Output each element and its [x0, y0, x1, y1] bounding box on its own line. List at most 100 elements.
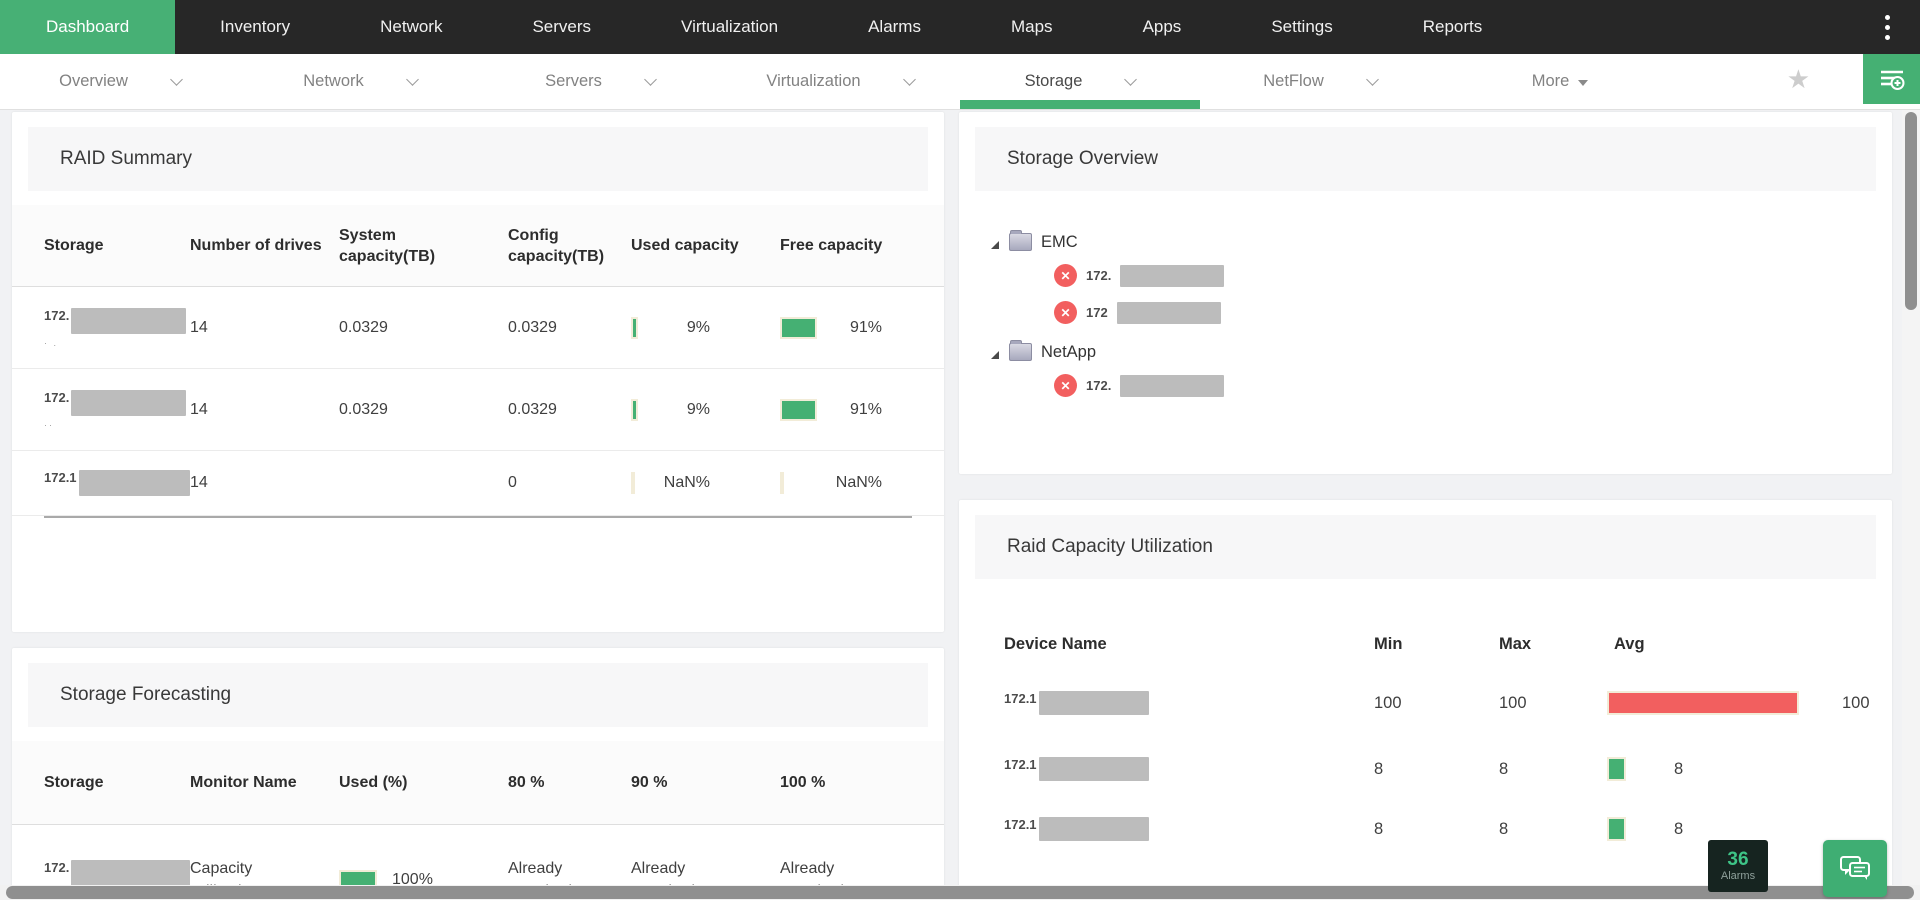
nav-item-virtualization[interactable]: Virtualization	[636, 0, 823, 54]
redacted-text	[79, 470, 190, 496]
collapse-icon[interactable]	[990, 237, 1000, 247]
min-cell: 100	[1374, 694, 1499, 713]
device-ip-prefix: 172.1	[1004, 817, 1037, 832]
raid-capacity-widget: Raid Capacity Utilization Device NameMin…	[959, 500, 1892, 890]
column-header[interactable]: 90 %	[631, 772, 780, 793]
tab-label: NetFlow	[1263, 72, 1324, 91]
column-header[interactable]: Used capacity	[631, 235, 780, 256]
column-header[interactable]: 100 %	[780, 772, 944, 793]
column-header[interactable]: Config capacity(TB)	[508, 225, 631, 267]
storage-forecasting-widget: Storage Forecasting StorageMonitor NameU…	[12, 648, 944, 900]
green-usage-bar	[1607, 757, 1626, 781]
tree-folder-netapp[interactable]: NetApp	[990, 337, 1892, 367]
nav-item-settings[interactable]: Settings	[1226, 0, 1377, 54]
avg-cell: 8	[1607, 817, 1892, 841]
horizontal-scrollbar[interactable]	[0, 885, 1920, 900]
chevron-down-icon	[170, 73, 183, 86]
column-header[interactable]: Storage	[44, 235, 190, 256]
nav-item-servers[interactable]: Servers	[487, 0, 636, 54]
storage-tree: EMC ✕172. ✕ 172 NetApp ✕172.	[959, 191, 1892, 404]
folder-icon	[1009, 233, 1032, 251]
nav-item-inventory[interactable]: Inventory	[175, 0, 335, 54]
tab-label: Storage	[1025, 72, 1083, 91]
column-header[interactable]: Max	[1499, 635, 1614, 654]
column-header[interactable]: Number of drives	[190, 235, 339, 256]
storage-overview-widget: Storage Overview EMC✕172.✕172NetApp✕172.	[959, 112, 1892, 474]
tree-folder-label: NetApp	[1041, 343, 1096, 362]
column-header[interactable]: Device Name	[1004, 635, 1374, 654]
nav-item-apps[interactable]: Apps	[1098, 0, 1227, 54]
device-ip-prefix: 172	[1086, 305, 1108, 320]
nav-item-reports[interactable]: Reports	[1378, 0, 1528, 54]
folder-icon	[1009, 343, 1032, 361]
system-capacity-cell: 0.0329	[339, 319, 508, 337]
column-header[interactable]: Used (%)	[339, 772, 508, 793]
device-name-cell[interactable]: 172.1	[1004, 817, 1374, 841]
tab-network[interactable]: Network	[240, 54, 480, 109]
table-row[interactable]: 172.1100100100	[959, 667, 1892, 739]
column-header[interactable]: Storage	[44, 772, 190, 793]
device-ip-prefix: 172.1	[1004, 757, 1037, 772]
widget-title: Raid Capacity Utilization	[975, 515, 1876, 579]
avg-value: 8	[1674, 760, 1683, 779]
tab-netflow[interactable]: NetFlow	[1200, 54, 1440, 109]
redacted-text	[71, 390, 186, 416]
tab-more[interactable]: More	[1440, 54, 1680, 109]
nav-item-alarms[interactable]: Alarms	[823, 0, 966, 54]
column-header[interactable]: System capacity(TB)	[339, 225, 508, 267]
alarms-badge[interactable]: 36 Alarms	[1708, 840, 1768, 892]
column-header[interactable]: Min	[1374, 635, 1499, 654]
device-name-cell[interactable]: 172.1	[1004, 691, 1374, 715]
column-header[interactable]: Free capacity	[780, 235, 944, 256]
tree-device-item[interactable]: ✕172.	[1054, 257, 1892, 294]
redacted-subtext: · .	[44, 338, 190, 348]
vertical-scrollbar[interactable]	[1902, 110, 1920, 900]
collapse-icon[interactable]	[990, 347, 1000, 357]
device-name-cell[interactable]: 172.1	[1004, 757, 1374, 781]
max-cell: 100	[1499, 694, 1614, 713]
redacted-text	[1039, 691, 1149, 715]
tree-folder-emc[interactable]: EMC	[990, 227, 1892, 257]
down-status-icon: ✕	[1054, 301, 1077, 324]
column-header[interactable]: Avg	[1614, 635, 1892, 654]
storage-name-cell[interactable]: 172.1	[44, 470, 190, 496]
table-row[interactable]: 172.1888	[959, 739, 1892, 799]
tree-device-item[interactable]: ✕172.	[1054, 367, 1892, 404]
tab-label: Virtualization	[766, 72, 860, 91]
tab-servers[interactable]: Servers	[480, 54, 720, 109]
column-header[interactable]: Monitor Name	[190, 772, 339, 793]
table-row[interactable]: 172.1140NaN%NaN%	[12, 451, 944, 516]
redacted-text	[1039, 757, 1149, 781]
nav-item-maps[interactable]: Maps	[966, 0, 1098, 54]
redacted-text	[1117, 302, 1221, 324]
favorite-star-icon[interactable]: ★	[1787, 64, 1810, 95]
column-header[interactable]: 80 %	[508, 772, 631, 793]
avg-value: 100	[1842, 694, 1870, 713]
storage-name-cell[interactable]: 172. · .	[44, 308, 190, 348]
tab-storage[interactable]: Storage	[960, 54, 1200, 109]
max-cell: 8	[1499, 820, 1614, 839]
tree-folder-label: EMC	[1041, 233, 1078, 252]
tab-overview[interactable]: Overview	[0, 54, 240, 109]
vertical-scrollbar-thumb[interactable]	[1905, 112, 1917, 310]
chat-support-button[interactable]	[1823, 840, 1887, 897]
table-row[interactable]: 172.··140.03290.03299%91%	[12, 369, 944, 451]
storage-name-cell[interactable]: 172.··	[44, 390, 190, 430]
table-row[interactable]: 172.· .140.03290.03299%91%	[12, 287, 944, 369]
nav-item-network[interactable]: Network	[335, 0, 487, 54]
device-ip-prefix: 172.	[44, 308, 69, 323]
horizontal-scrollbar-thumb[interactable]	[6, 886, 1914, 899]
tree-device-item[interactable]: ✕ 172	[1054, 294, 1892, 331]
nav-item-dashboard[interactable]: Dashboard	[0, 0, 175, 54]
dropdown-arrow-icon	[1578, 80, 1588, 86]
chevron-down-icon	[644, 73, 657, 86]
system-capacity-cell: 0.0329	[339, 401, 508, 419]
raid-capacity-header-row: Device NameMinMaxAvg	[959, 621, 1892, 667]
redacted-text	[71, 308, 186, 334]
device-ip-prefix: 172.1	[44, 470, 77, 485]
add-widget-button[interactable]	[1863, 54, 1920, 104]
green-usage-bar	[780, 399, 817, 421]
kebab-menu-icon[interactable]	[1855, 0, 1920, 54]
tab-virtualization[interactable]: Virtualization	[720, 54, 960, 109]
used-capacity-cell: 9%	[631, 399, 780, 421]
